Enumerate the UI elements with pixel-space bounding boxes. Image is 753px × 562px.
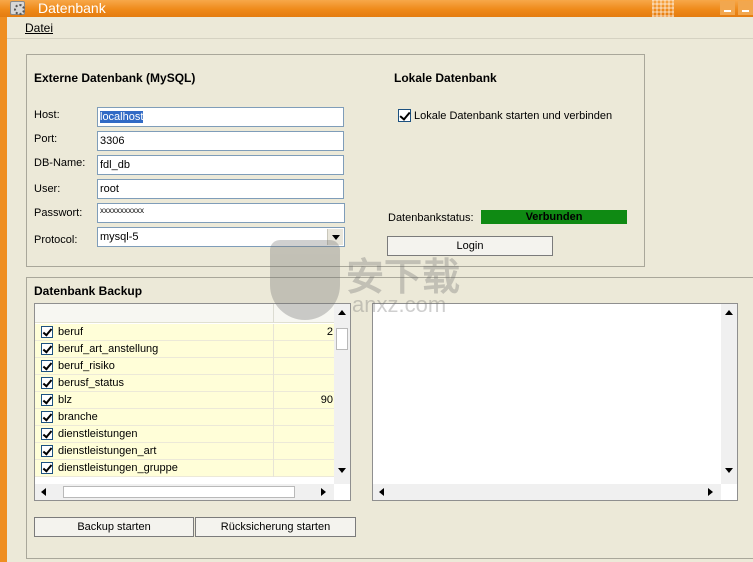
table-row-name: beruf: [58, 326, 84, 338]
table-row-checkbox[interactable]: [41, 445, 53, 457]
login-button[interactable]: Login: [387, 236, 553, 256]
table-row[interactable]: beruf_art_anstellung: [35, 341, 334, 358]
table-row[interactable]: blz 90: [35, 392, 334, 409]
scroll-right-icon[interactable]: [321, 488, 326, 496]
titlebar-decoration: [652, 0, 674, 17]
restore-start-button[interactable]: Rücksicherung starten: [195, 517, 356, 537]
backup-heading: Datenbank Backup: [34, 284, 143, 298]
scroll-up-icon[interactable]: [725, 310, 733, 315]
user-label: User:: [34, 183, 61, 195]
tables-list[interactable]: beruf 2 beruf_art_anstellung beruf_risiko be…: [34, 303, 351, 501]
table-row[interactable]: berusf_status: [35, 375, 334, 392]
table-row-checkbox[interactable]: [41, 360, 53, 372]
list-header-divider: [273, 304, 274, 323]
table-row-checkbox[interactable]: [41, 411, 53, 423]
dbname-input[interactable]: fdl_db: [97, 155, 344, 175]
column-divider: [273, 341, 274, 358]
dbname-label: DB-Name:: [34, 157, 86, 169]
scroll-down-icon[interactable]: [338, 468, 346, 473]
local-db-heading: Lokale Datenbank: [394, 71, 497, 85]
column-divider: [273, 324, 274, 341]
table-row-size: 90: [320, 394, 333, 406]
port-input[interactable]: 3306: [97, 131, 344, 151]
table-row-name: berusf_status: [58, 377, 125, 389]
table-row[interactable]: dienstleistungen_art: [35, 443, 334, 460]
table-row-checkbox[interactable]: [41, 326, 53, 338]
column-divider: [273, 443, 274, 460]
host-value: localhost: [100, 111, 144, 123]
external-db-heading: Externe Datenbank (MySQL): [34, 71, 196, 85]
column-divider: [273, 426, 274, 443]
column-divider: [273, 358, 274, 375]
table-row-name: dienstleistungen_art: [58, 445, 157, 457]
db-status-badge: Verbunden: [481, 210, 627, 224]
table-row[interactable]: beruf_risiko: [35, 358, 334, 375]
column-divider: [273, 375, 274, 392]
app-icon[interactable]: [10, 1, 25, 15]
table-row[interactable]: branche: [35, 409, 334, 426]
user-input[interactable]: root: [97, 179, 344, 199]
list-vertical-scrollbar[interactable]: [334, 304, 350, 484]
window-control-button[interactable]: [738, 1, 753, 15]
scroll-thumb-horizontal[interactable]: [63, 486, 295, 498]
protocol-value: mysql-5: [100, 231, 139, 243]
title-bar: Datenbank: [0, 0, 753, 17]
table-row[interactable]: beruf 2: [35, 324, 334, 341]
column-divider: [273, 460, 274, 477]
log-horizontal-scrollbar[interactable]: [373, 484, 721, 500]
scroll-down-icon[interactable]: [725, 468, 733, 473]
window-border-left: [0, 17, 7, 562]
db-status-label: Datenbankstatus:: [388, 212, 474, 224]
table-row-name: beruf_risiko: [58, 360, 115, 372]
port-label: Port:: [34, 133, 58, 145]
column-divider: [273, 409, 274, 426]
window-title: Datenbank: [38, 0, 106, 16]
password-label: Passwort:: [34, 207, 83, 219]
table-row-name: dienstleistungen_gruppe: [58, 462, 178, 474]
list-horizontal-scrollbar[interactable]: [35, 484, 334, 500]
table-row-name: dienstleistungen: [58, 428, 138, 440]
protocol-select[interactable]: mysql-5: [97, 227, 345, 247]
table-row[interactable]: dienstleistungen: [35, 426, 334, 443]
table-row-size: 2: [326, 326, 333, 338]
column-divider: [273, 392, 274, 409]
password-input[interactable]: xxxxxxxxxxx: [97, 203, 345, 223]
scroll-up-icon[interactable]: [338, 310, 346, 315]
table-row-checkbox[interactable]: [41, 343, 53, 355]
log-vertical-scrollbar[interactable]: [721, 304, 737, 484]
table-row-checkbox[interactable]: [41, 394, 53, 406]
table-row-checkbox[interactable]: [41, 462, 53, 474]
list-header: [35, 304, 334, 323]
menu-bar: Datei: [0, 17, 753, 39]
scroll-left-icon[interactable]: [379, 488, 384, 496]
local-db-checkbox[interactable]: [398, 109, 411, 122]
scroll-right-icon[interactable]: [708, 488, 713, 496]
table-row-checkbox[interactable]: [41, 428, 53, 440]
protocol-label: Protocol:: [34, 234, 78, 246]
menu-file[interactable]: Datei: [25, 21, 53, 35]
minimize-button[interactable]: [720, 1, 735, 15]
host-label: Host:: [34, 109, 60, 121]
chevron-down-icon[interactable]: [327, 229, 343, 245]
table-row-name: beruf_art_anstellung: [58, 343, 159, 355]
local-db-checkbox-label: Lokale Datenbank starten und verbinden: [414, 110, 613, 122]
backup-log-area[interactable]: [372, 303, 738, 501]
table-row-checkbox[interactable]: [41, 377, 53, 389]
backup-start-button[interactable]: Backup starten: [34, 517, 194, 537]
table-row[interactable]: dienstleistungen_gruppe: [35, 460, 334, 477]
table-row-name: blz: [58, 394, 73, 406]
table-row-name: branche: [58, 411, 98, 423]
scroll-left-icon[interactable]: [41, 488, 46, 496]
host-input[interactable]: localhost: [97, 107, 344, 127]
scroll-thumb[interactable]: [336, 328, 348, 350]
